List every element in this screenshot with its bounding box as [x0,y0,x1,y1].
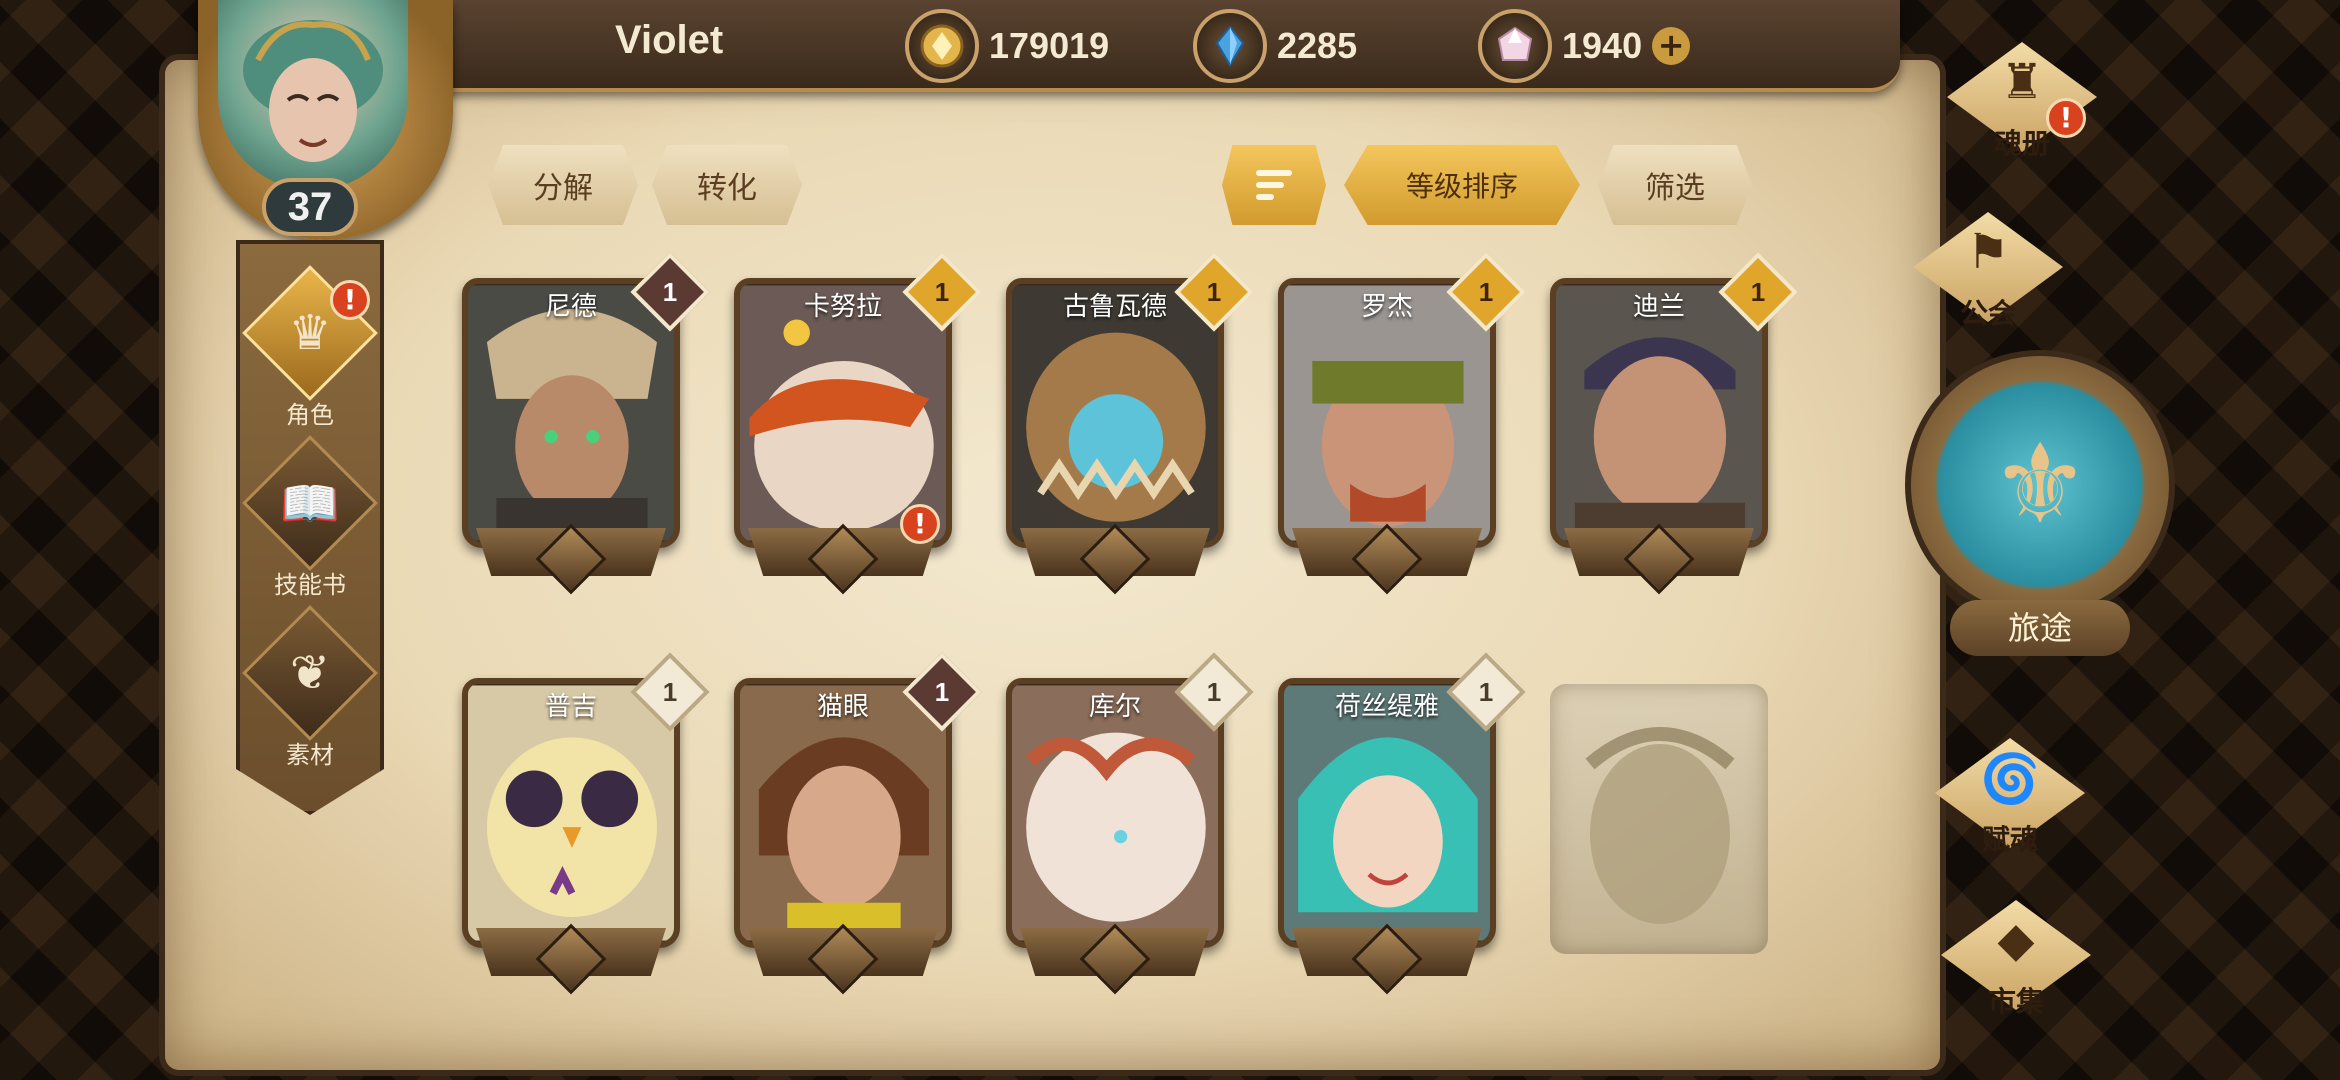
filter-button[interactable]: 筛选 [1598,145,1752,225]
convert-button[interactable]: 转化 [652,145,802,225]
pink-gem-icon [1478,9,1552,83]
market-label: 市集 [1987,985,2044,1018]
crystal-currency: 2285 [1193,9,1358,83]
soul-book-label: 魂册 [1993,127,2050,160]
gold-value: 179019 [989,25,1110,66]
journey-button[interactable]: ⚜ 旅途 [1905,350,2175,680]
hero-count: 1 [934,277,950,307]
guild-button[interactable]: ⚑ 公会 [1888,212,2088,330]
decompose-button[interactable]: 分解 [488,145,638,225]
hero-count: 1 [934,677,950,707]
avatar[interactable] [218,0,408,190]
hero-card[interactable]: 库尔 1 [1006,652,1254,995]
guild-label: 公会 [1959,297,2016,330]
gem-icon: ◆ [1997,912,2035,968]
player-level: 37 [262,178,358,236]
skill-book-icon: 📖 [280,476,340,532]
character-alert-icon: ! [330,280,370,320]
hero-card[interactable]: 古鲁瓦德 1 [1006,252,1254,595]
journey-label: 旅途 [1950,600,2130,656]
hero-card[interactable]: 荷丝缇雅 1 [1278,652,1526,995]
blue-crystal-icon [1193,9,1267,83]
hero-count: 1 [662,277,678,307]
hero-card[interactable]: 迪兰 1 [1550,252,1798,595]
player-name: Violet [615,18,724,62]
gem-currency: 1940 + [1478,9,1691,83]
hero-card[interactable]: 罗杰 1 [1278,252,1526,595]
gem-value: 1940 [1562,25,1643,66]
hero-card[interactable]: 普吉 1 [462,652,710,995]
hero-count: 1 [1750,277,1766,307]
trident-icon: ⚜ [1990,420,2090,548]
sort-order-button[interactable] [1222,145,1326,225]
nav-skill-book[interactable]: 📖 技能书 [242,435,378,600]
hero-card[interactable]: 猫眼 1 [734,652,982,995]
add-gems-button[interactable]: + [1652,27,1691,65]
endow-soul-button[interactable]: 🌀 赋魂 [1910,738,2110,856]
hero-count: 1 [1478,277,1494,307]
crystal-value: 2285 [1277,25,1358,66]
sort-icon [1256,170,1292,200]
soul-book-alert-icon: ! [2046,98,2086,138]
gold-currency: 179019 [905,9,1110,83]
hero-count: 1 [1478,677,1494,707]
market-button[interactable]: ◆ 市集 [1916,900,2116,1018]
soul-book-icon: ♜ [2000,54,2044,110]
nav-material[interactable]: ❦ 素材 [242,605,378,770]
locked-hero-card[interactable] [1550,684,1768,954]
endow-soul-label: 赋魂 [1981,823,2038,856]
level-sort-button[interactable]: 等级排序 [1344,145,1580,225]
hero-alert-icon: ! [900,504,940,544]
hero-card[interactable]: 卡努拉 1 ! [734,252,982,595]
hero-card[interactable]: 尼德 1 [462,252,710,595]
guild-flag-icon: ⚑ [1966,224,2010,280]
gold-coin-icon [905,9,979,83]
material-icon: ❦ [289,645,331,701]
hero-count: 1 [662,677,678,707]
swirl-icon: 🌀 [1980,751,2040,807]
soul-book-button[interactable]: ♜ 魂册 [1922,42,2122,160]
hero-count: 1 [1206,277,1222,307]
hero-count: 1 [1206,677,1222,707]
